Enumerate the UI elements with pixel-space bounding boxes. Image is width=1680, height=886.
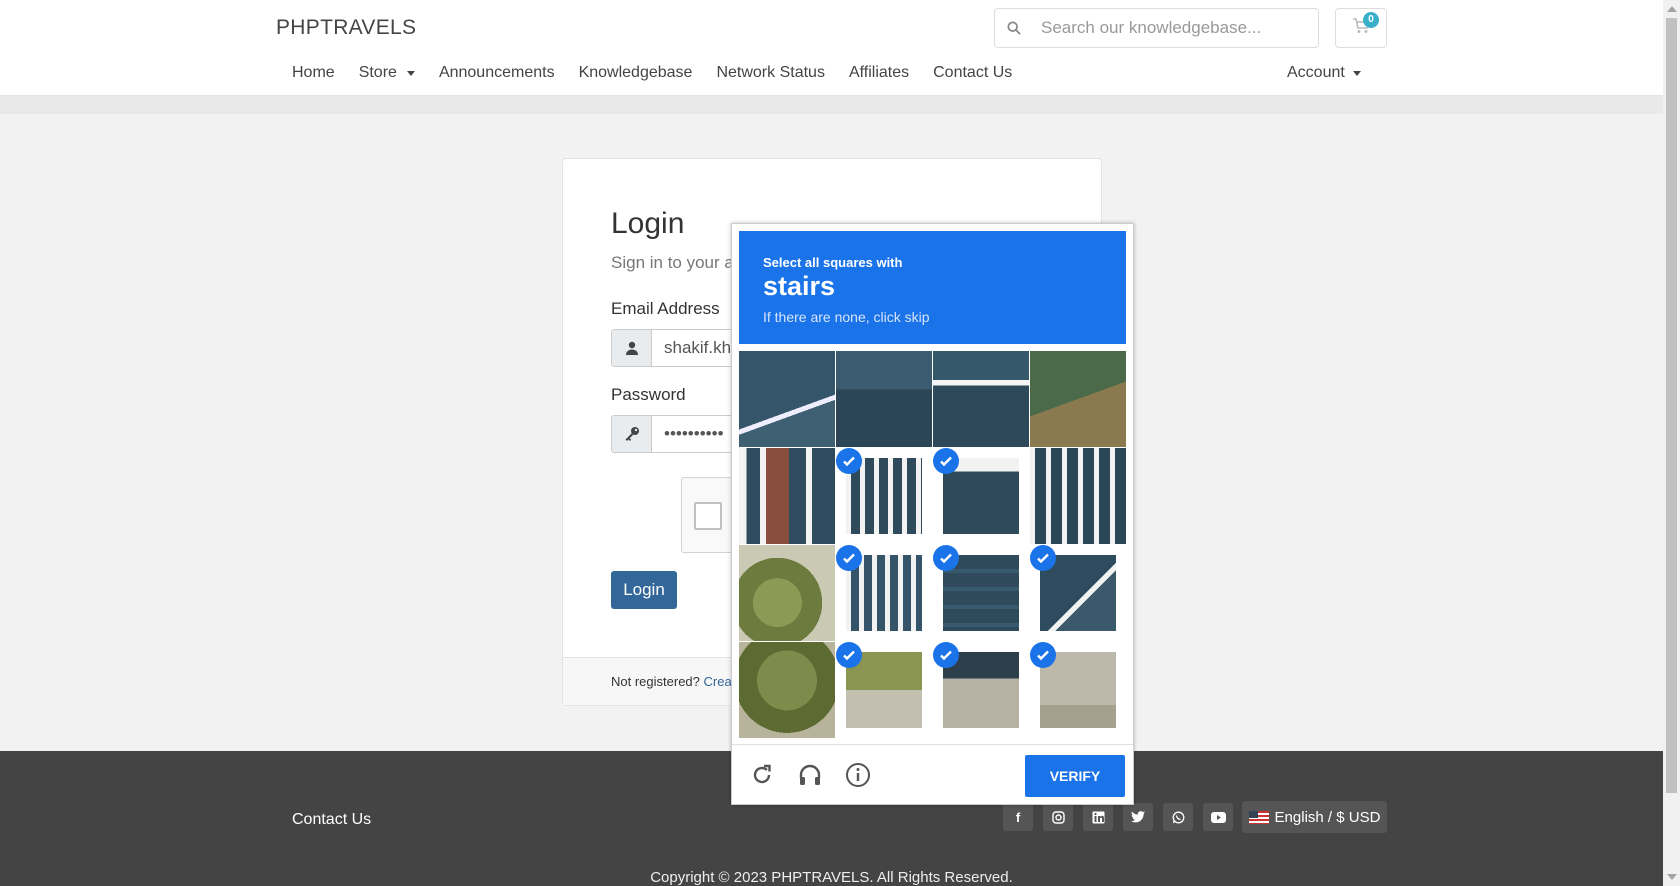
nav-announcements[interactable]: Announcements	[427, 64, 567, 82]
page-scrollbar[interactable]	[1663, 0, 1680, 886]
challenge-tile[interactable]	[1030, 448, 1126, 544]
scroll-up-arrow-icon[interactable]	[1667, 6, 1677, 12]
cart-button[interactable]: 0	[1335, 8, 1387, 48]
tile-image	[739, 545, 835, 641]
account-menu[interactable]: Account	[1287, 64, 1361, 82]
twitter-icon[interactable]	[1123, 803, 1153, 831]
scrollbar-thumb[interactable]	[1666, 18, 1677, 793]
challenge-tile[interactable]	[739, 545, 835, 641]
challenge-tile[interactable]	[836, 642, 932, 738]
page-title: Login	[611, 207, 685, 240]
challenge-hint: If there are none, click skip	[763, 309, 930, 325]
chevron-down-icon	[406, 70, 415, 76]
tile-image	[1030, 351, 1126, 447]
challenge-tile[interactable]	[1030, 642, 1126, 738]
tile-image	[1030, 448, 1126, 544]
checkmark-icon	[836, 448, 862, 474]
social-links: f	[1003, 803, 1233, 831]
facebook-icon[interactable]: f	[1003, 803, 1033, 831]
copyright-text: Copyright © 2023 PHPTRAVELS. All Rights …	[650, 869, 1013, 886]
verify-button[interactable]: VERIFY	[1025, 755, 1125, 797]
us-flag-icon	[1248, 810, 1269, 824]
tile-image	[836, 351, 932, 447]
youtube-icon[interactable]	[1203, 803, 1233, 831]
brand-logo[interactable]: PHPTRAVELS	[276, 16, 416, 40]
email-value: shakif.kh	[664, 338, 732, 357]
checkmark-icon	[836, 642, 862, 668]
site-header: PHPTRAVELS 0 Home Store Announcements Kn…	[0, 0, 1663, 96]
challenge-header: Select all squares with stairs If there …	[739, 231, 1126, 344]
tile-image	[739, 448, 835, 544]
login-button[interactable]: Login	[611, 571, 677, 609]
challenge-tile[interactable]	[739, 351, 835, 447]
checkmark-icon	[933, 545, 959, 571]
challenge-instruction: Select all squares with	[763, 255, 903, 270]
checkmark-icon	[1030, 642, 1056, 668]
tile-image	[933, 351, 1029, 447]
search-icon	[995, 21, 1033, 35]
challenge-tile[interactable]	[739, 642, 835, 738]
recaptcha-challenge: Select all squares with stairs If there …	[731, 223, 1134, 805]
key-icon	[612, 416, 652, 452]
search-input[interactable]	[1033, 18, 1303, 38]
email-label: Email Address	[611, 299, 720, 318]
nav-home[interactable]: Home	[280, 64, 347, 82]
scroll-down-arrow-icon[interactable]	[1667, 874, 1677, 880]
nav-store[interactable]: Store	[347, 64, 427, 82]
checkmark-icon	[1030, 545, 1056, 571]
create-account-link[interactable]: Crea	[704, 674, 732, 689]
challenge-footer: VERIFY	[732, 744, 1133, 804]
instagram-icon[interactable]	[1043, 803, 1073, 831]
checkmark-icon	[933, 448, 959, 474]
user-icon	[612, 330, 652, 366]
challenge-tile[interactable]	[836, 448, 932, 544]
password-value: ••••••••••	[664, 424, 724, 443]
nav-network-status[interactable]: Network Status	[704, 64, 836, 82]
challenge-tile[interactable]	[739, 448, 835, 544]
info-icon[interactable]	[844, 761, 872, 789]
language-currency-selector[interactable]: English / $ USD	[1242, 801, 1387, 833]
checkmark-icon	[933, 642, 959, 668]
header-divider	[0, 96, 1663, 114]
footer-contact-link[interactable]: Contact Us	[292, 811, 371, 829]
challenge-tile[interactable]	[933, 642, 1029, 738]
checkmark-icon	[836, 545, 862, 571]
challenge-target: stairs	[763, 271, 836, 301]
cart-count-badge: 0	[1363, 12, 1379, 28]
challenge-tile[interactable]	[1030, 545, 1126, 641]
not-registered-text: Not registered?	[611, 674, 700, 689]
linkedin-icon[interactable]	[1083, 803, 1113, 831]
audio-headphones-icon[interactable]	[796, 761, 824, 789]
challenge-image-grid	[739, 351, 1126, 738]
password-label: Password	[611, 385, 686, 404]
nav-knowledgebase[interactable]: Knowledgebase	[567, 64, 705, 82]
challenge-tile[interactable]	[836, 351, 932, 447]
challenge-tile[interactable]	[933, 448, 1029, 544]
nav-affiliates[interactable]: Affiliates	[837, 64, 921, 82]
login-subtitle: Sign in to your a	[611, 253, 734, 272]
whatsapp-icon[interactable]	[1163, 803, 1193, 831]
challenge-tile[interactable]	[933, 351, 1029, 447]
challenge-tile[interactable]	[836, 545, 932, 641]
tile-image	[739, 351, 835, 447]
tile-image	[739, 642, 835, 738]
search-box[interactable]	[994, 8, 1319, 48]
chevron-down-icon	[1352, 70, 1361, 76]
nav-contact-us[interactable]: Contact Us	[921, 64, 1024, 82]
challenge-tile[interactable]	[1030, 351, 1126, 447]
recaptcha-checkbox[interactable]	[694, 502, 722, 530]
reload-icon[interactable]	[748, 761, 776, 789]
main-nav: Home Store Announcements Knowledgebase N…	[280, 64, 1024, 82]
challenge-tile[interactable]	[933, 545, 1029, 641]
